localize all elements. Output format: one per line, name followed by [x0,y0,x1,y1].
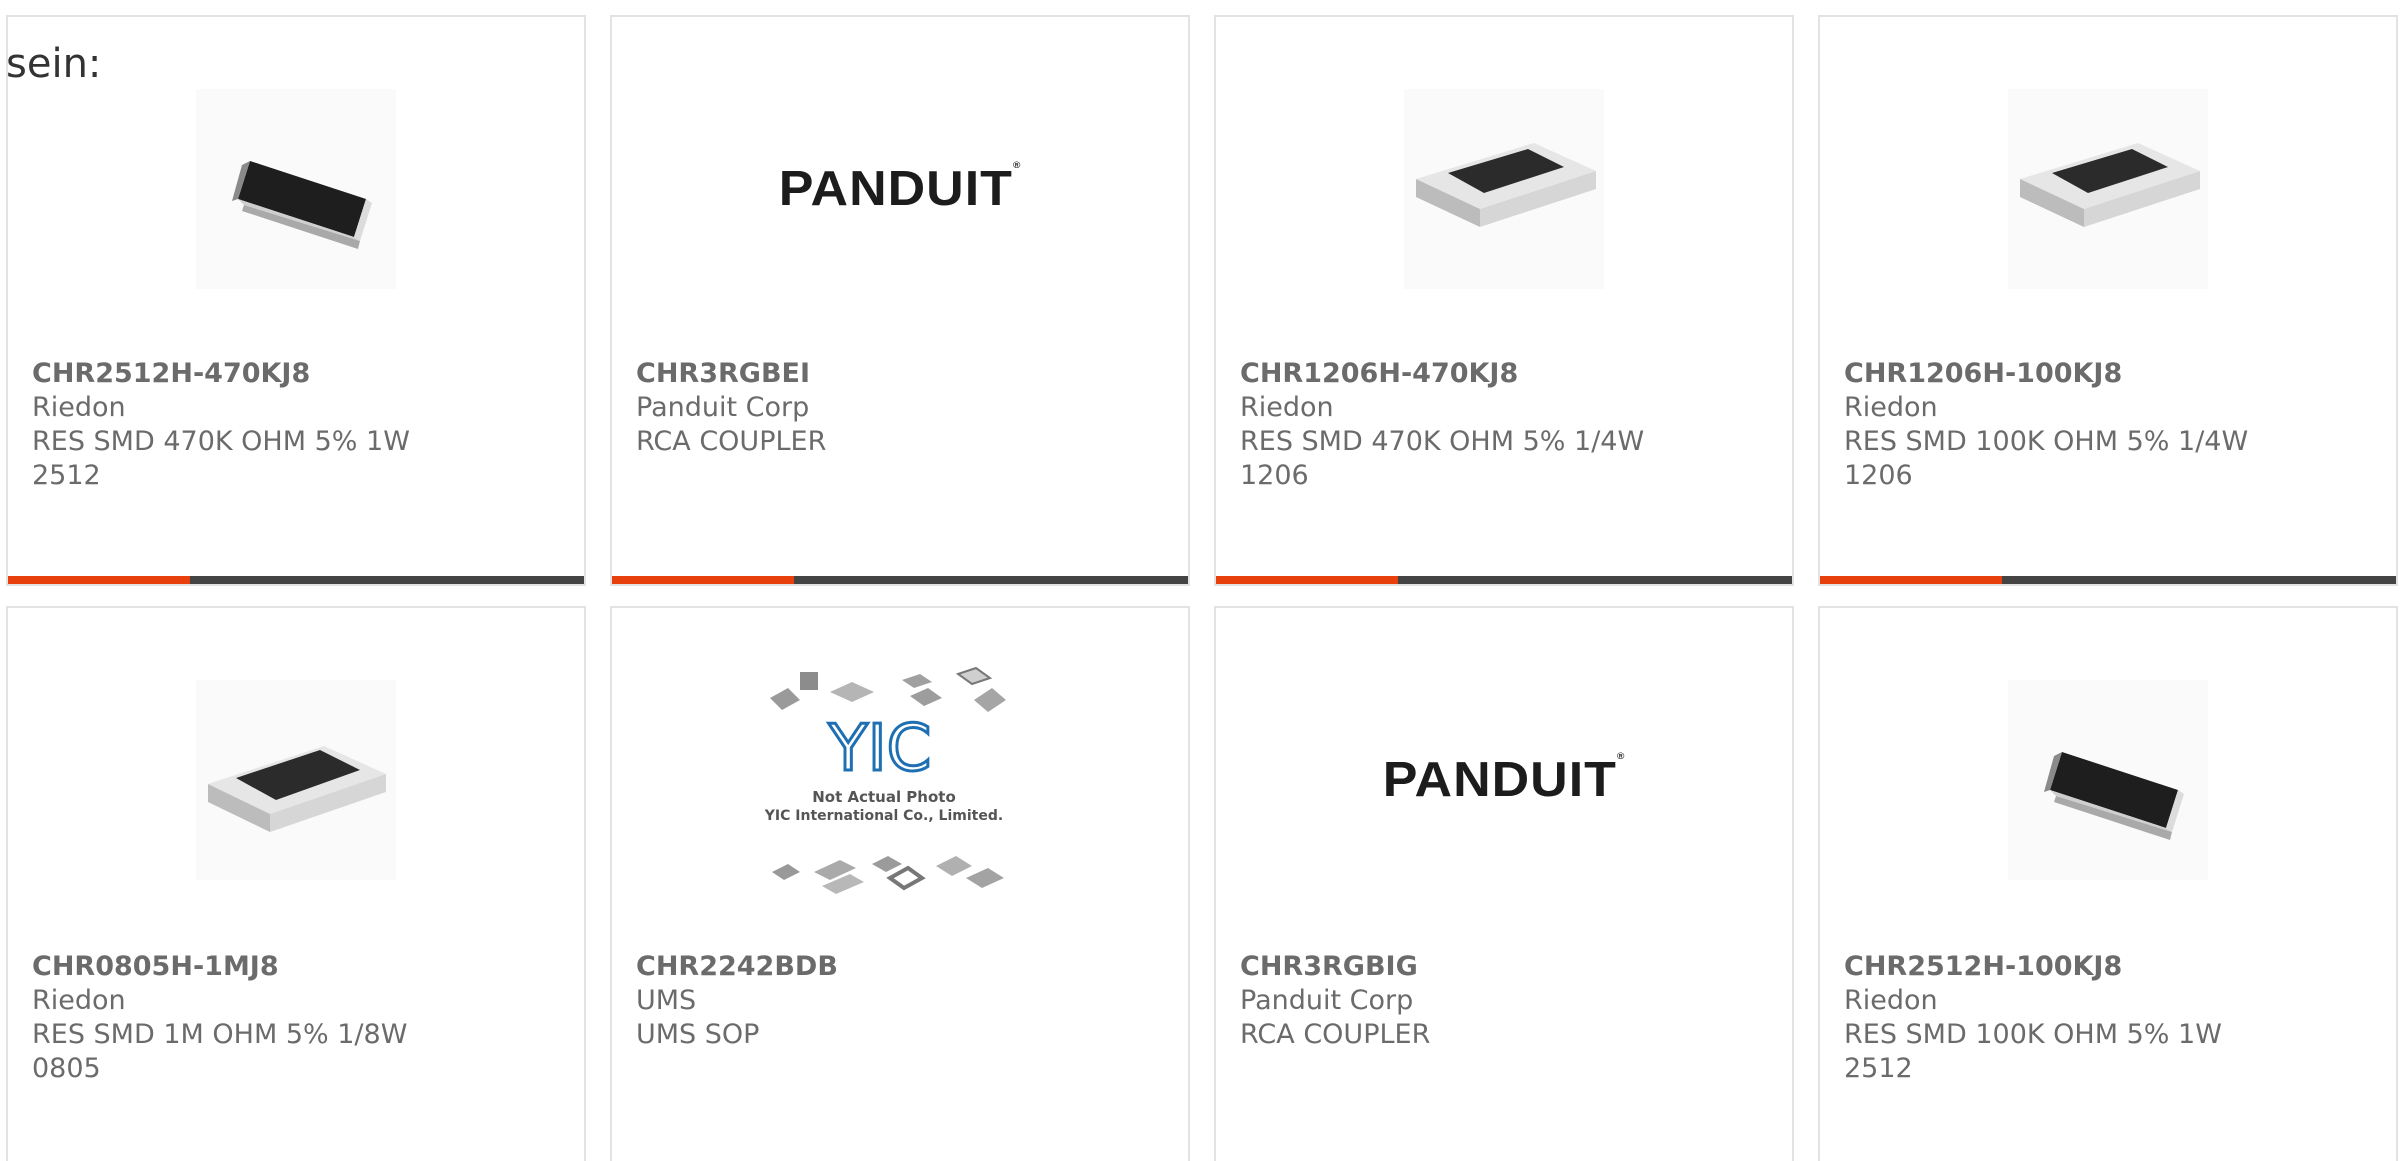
product-info: CHR2242BDB UMS UMS SOP [636,950,1056,1052]
yic-logo-text: YIC [828,712,932,786]
product-card[interactable]: CHR1206H-100KJ8 Riedon RES SMD 100K OHM … [1818,15,2398,586]
product-info: CHR3RGBIG Panduit Corp RCA COUPLER [1240,950,1660,1052]
product-info: CHR3RGBEI Panduit Corp RCA COUPLER [636,357,1056,459]
resistor-image [1404,89,1604,289]
product-image[interactable] [1820,85,2396,293]
description: RCA COUPLER [1240,1019,1431,1050]
part-number[interactable]: CHR2242BDB [636,950,1056,984]
part-number[interactable]: CHR3RGBIG [1240,950,1660,984]
card-footer-bar [612,576,1188,584]
product-card[interactable]: YIC Not Actual Photo YIC International C… [610,606,1190,1161]
product-image[interactable] [1820,674,2396,886]
resistor-image [196,89,396,289]
product-image[interactable]: PANDUIT® [612,85,1188,293]
product-card[interactable]: CHR1206H-470KJ8 Riedon RES SMD 470K OHM … [1214,15,1794,586]
description: RCA COUPLER [636,426,827,457]
manufacturer: Panduit Corp [636,392,810,423]
card-accent [612,576,794,584]
manufacturer: Riedon [1844,392,1938,423]
description: UMS SOP [636,1019,760,1050]
manufacturer: Panduit Corp [1240,985,1414,1016]
part-number[interactable]: CHR1206H-470KJ8 [1240,357,1660,391]
description: RES SMD 470K OHM 5% 1W 2512 [32,426,410,491]
product-info: CHR0805H-1MJ8 Riedon RES SMD 1M OHM 5% 1… [32,950,452,1086]
resistor-image [2008,89,2208,289]
logo-text: PANDUIT [778,161,1013,217]
product-card[interactable]: CHR0805H-1MJ8 Riedon RES SMD 1M OHM 5% 1… [6,606,586,1161]
product-image[interactable] [8,85,584,293]
card-footer-bar [1820,576,2396,584]
product-card[interactable]: CHR2512H-100KJ8 Riedon RES SMD 100K OHM … [1818,606,2398,1161]
chip-collage-icon: YIC Not Actual Photo YIC International C… [764,666,1006,894]
description: RES SMD 470K OHM 5% 1/4W 1206 [1240,426,1645,491]
part-number[interactable]: CHR3RGBEI [636,357,1056,391]
photo-company: YIC International Co., Limited. [764,808,1003,824]
part-number[interactable]: CHR1206H-100KJ8 [1844,357,2264,391]
manufacturer: Riedon [32,985,126,1016]
description: RES SMD 1M OHM 5% 1/8W 0805 [32,1019,408,1084]
product-image[interactable]: YIC Not Actual Photo YIC International C… [612,666,1188,894]
logo-text: PANDUIT [1382,752,1617,808]
intro-text: sein: [6,41,102,87]
product-card[interactable]: CHR2512H-470KJ8 Riedon RES SMD 470K OHM … [6,15,586,586]
product-info: CHR2512H-470KJ8 Riedon RES SMD 470K OHM … [32,357,452,493]
manufacturer: UMS [636,985,697,1016]
manufacturer: Riedon [1240,392,1334,423]
part-number[interactable]: CHR2512H-470KJ8 [32,357,452,391]
resistor-image [196,680,396,880]
product-card[interactable]: PANDUIT® CHR3RGBEI Panduit Corp RCA COUP… [610,15,1190,586]
manufacturer: Riedon [1844,985,1938,1016]
card-accent [1216,576,1398,584]
product-info: CHR2512H-100KJ8 Riedon RES SMD 100K OHM … [1844,950,2264,1086]
product-info: CHR1206H-100KJ8 Riedon RES SMD 100K OHM … [1844,357,2264,493]
part-number[interactable]: CHR0805H-1MJ8 [32,950,452,984]
product-info: CHR1206H-470KJ8 Riedon RES SMD 470K OHM … [1240,357,1660,493]
part-number[interactable]: CHR2512H-100KJ8 [1844,950,2264,984]
product-image[interactable] [1216,85,1792,293]
product-card[interactable]: PANDUIT® CHR3RGBIG Panduit Corp RCA COUP… [1214,606,1794,1161]
product-image[interactable]: PANDUIT® [1216,674,1792,886]
description: RES SMD 100K OHM 5% 1/4W 1206 [1844,426,2249,491]
panduit-logo: PANDUIT® [778,160,1022,217]
yic-placeholder-image: YIC Not Actual Photo YIC International C… [760,660,1040,900]
card-footer-bar [1216,576,1792,584]
photo-note: Not Actual Photo [812,788,956,806]
card-footer-bar [8,576,584,584]
card-accent [8,576,190,584]
description: RES SMD 100K OHM 5% 1W 2512 [1844,1019,2222,1084]
product-image[interactable] [8,674,584,886]
panduit-logo: PANDUIT® [1382,751,1626,808]
resistor-image [2008,680,2208,880]
manufacturer: Riedon [32,392,126,423]
card-accent [1820,576,2002,584]
product-grid-page: sein: CHR2512H-470KJ8 Riedon RES SMD 470… [0,0,2400,1161]
